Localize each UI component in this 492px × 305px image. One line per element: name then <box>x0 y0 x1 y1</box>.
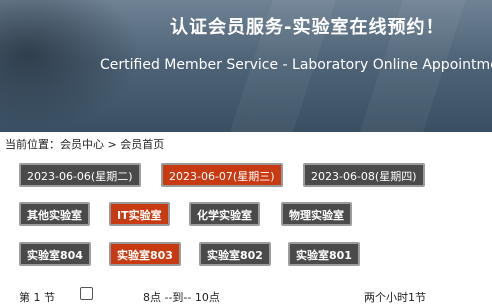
page-title: 认证会员服务-实验室在线预约！ <box>170 17 445 38</box>
room-button-801[interactable]: 实验室801 <box>288 242 360 266</box>
breadcrumb: 当前位置：会员中心 > 会员首页 <box>5 138 165 151</box>
room-button-804[interactable]: 实验室804 <box>19 242 91 266</box>
page-subtitle: Certified Member Service - Laboratory On… <box>100 57 492 73</box>
room-button-803[interactable]: 实验室803 <box>109 242 181 266</box>
lab-type-it[interactable]: IT实验室 <box>109 202 170 226</box>
lab-type-chemistry[interactable]: 化学实验室 <box>189 202 260 226</box>
header-banner: 认证会员服务-实验室在线预约！ Certified Member Service… <box>0 0 492 132</box>
room-button-802[interactable]: 实验室802 <box>199 242 271 266</box>
lab-type-other[interactable]: 其他实验室 <box>19 202 90 226</box>
date-button-0606[interactable]: 2023-06-06(星期二) <box>19 163 141 187</box>
session-checkbox[interactable] <box>80 287 93 300</box>
date-button-0608[interactable]: 2023-06-08(星期四) <box>303 163 425 187</box>
date-button-0607[interactable]: 2023-06-07(星期三) <box>161 163 283 187</box>
lab-type-physics[interactable]: 物理实验室 <box>281 202 352 226</box>
